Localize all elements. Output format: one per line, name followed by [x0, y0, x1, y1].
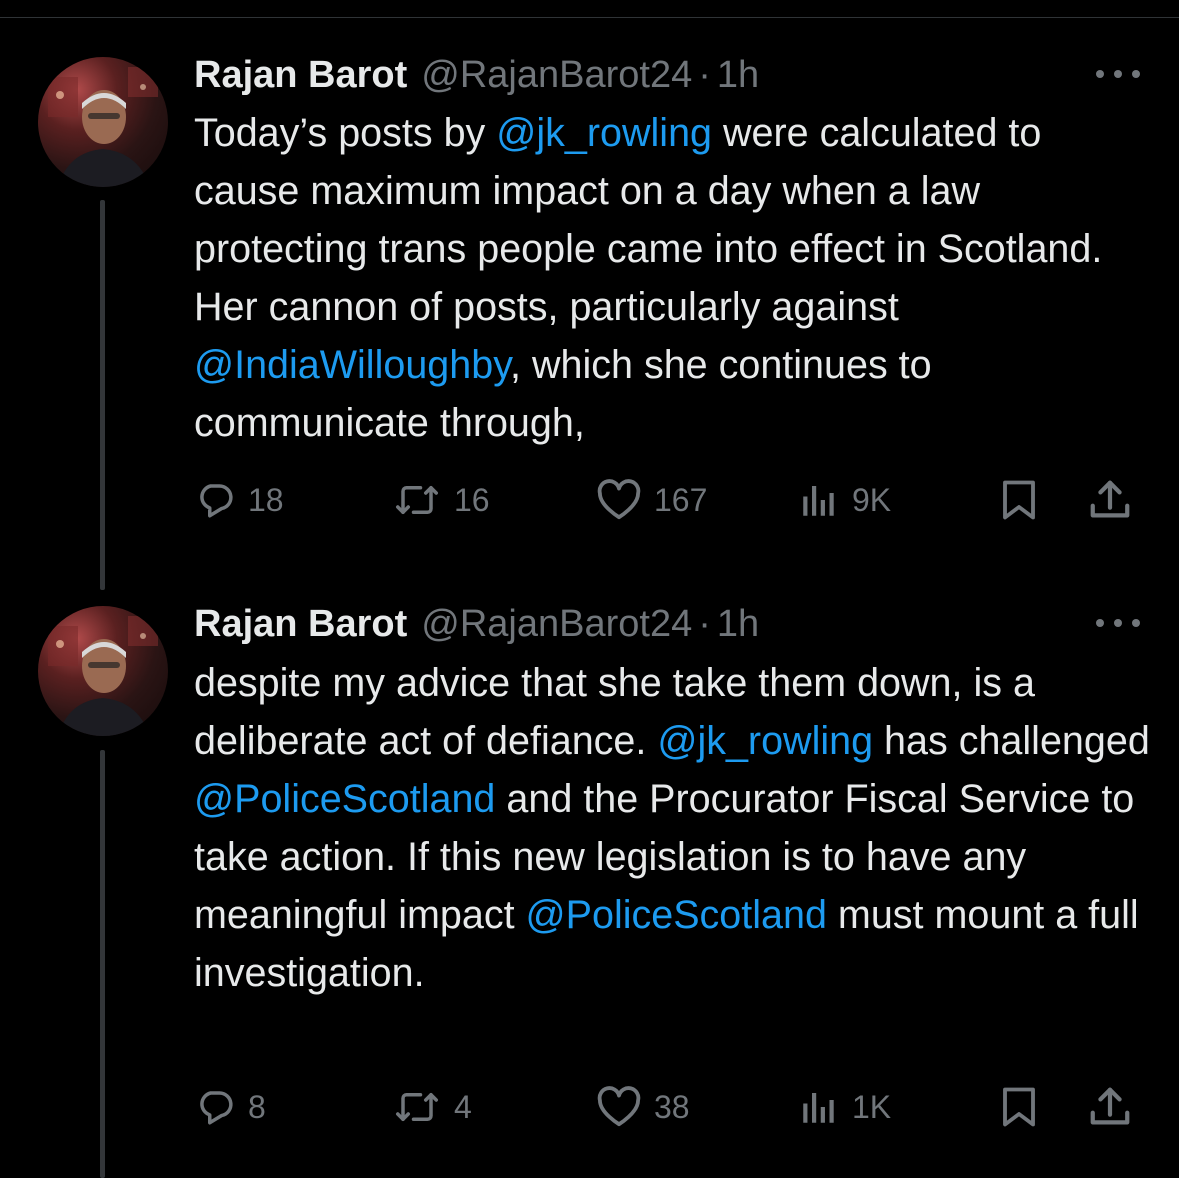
mention-link[interactable]: @PoliceScotland [194, 777, 495, 821]
separator-dot: · [698, 602, 711, 645]
timestamp[interactable]: 1h [717, 603, 759, 646]
repost-button[interactable]: 4 [392, 1077, 472, 1137]
text-segment: has challenged [873, 719, 1150, 763]
author-handle[interactable]: @RajanBarot24 [421, 54, 692, 97]
reply-icon [200, 484, 233, 518]
like-icon [597, 1086, 641, 1127]
share-icon [1090, 480, 1130, 518]
more-icon[interactable] [1096, 64, 1140, 84]
author-handle[interactable]: @RajanBarot24 [421, 603, 692, 646]
reply-button[interactable]: 18 [194, 470, 284, 530]
separator-dot: · [698, 53, 711, 96]
tweet-header: Rajan Barot @RajanBarot24 · 1h [194, 594, 759, 654]
bookmark-button[interactable] [998, 470, 1040, 530]
tweet-actions: 8 4 38 1K [0, 1077, 1179, 1137]
like-button[interactable]: 38 [596, 1077, 690, 1137]
like-count: 38 [654, 1088, 690, 1125]
like-icon [597, 479, 641, 520]
views-button[interactable]: 1K [798, 1077, 891, 1137]
repost-icon [396, 1093, 438, 1121]
like-count: 167 [654, 481, 708, 518]
text-segment: Today’s posts by [194, 111, 497, 155]
like-button[interactable]: 167 [596, 470, 707, 530]
more-icon[interactable] [1096, 613, 1140, 633]
tweet-text: despite my advice that she take them dow… [194, 654, 1154, 1002]
share-icon [1090, 1087, 1130, 1125]
tweet-header: Rajan Barot @RajanBarot24 · 1h [194, 45, 759, 105]
timestamp[interactable]: 1h [717, 54, 759, 97]
avatar[interactable] [38, 57, 168, 187]
tweet[interactable]: Rajan Barot @RajanBarot24 · 1h Today’s p… [0, 0, 1179, 600]
mention-link[interactable]: @PoliceScotland [526, 893, 827, 937]
views-count: 1K [852, 1088, 892, 1125]
reply-count: 18 [248, 481, 284, 518]
mention-link[interactable]: @IndiaWilloughby [194, 343, 510, 387]
tweet-actions: 18 16 167 9K [0, 470, 1179, 530]
repost-count: 16 [454, 481, 490, 518]
share-button[interactable] [1086, 1077, 1134, 1137]
bookmark-icon [1003, 1087, 1035, 1127]
repost-count: 4 [454, 1088, 472, 1125]
repost-icon [396, 486, 438, 514]
author-name[interactable]: Rajan Barot [194, 54, 407, 97]
tweet[interactable]: Rajan Barot @RajanBarot24 · 1h despite m… [0, 600, 1179, 1178]
mention-link[interactable]: @jk_rowling [657, 719, 873, 763]
views-icon [803, 1093, 834, 1123]
repost-button[interactable]: 16 [392, 470, 490, 530]
views-button[interactable]: 9K [798, 470, 891, 530]
bookmark-button[interactable] [998, 1077, 1040, 1137]
share-button[interactable] [1086, 470, 1134, 530]
mention-link[interactable]: @jk_rowling [496, 111, 712, 155]
reply-count: 8 [248, 1088, 266, 1125]
author-name[interactable]: Rajan Barot [194, 603, 407, 646]
views-icon [803, 486, 834, 516]
views-count: 9K [852, 481, 892, 518]
reply-button[interactable]: 8 [194, 1077, 266, 1137]
bookmark-icon [1003, 480, 1035, 520]
avatar[interactable] [38, 606, 168, 736]
reply-icon [200, 1091, 233, 1125]
tweet-text: Today’s posts by @jk_rowling were calcul… [194, 104, 1154, 452]
